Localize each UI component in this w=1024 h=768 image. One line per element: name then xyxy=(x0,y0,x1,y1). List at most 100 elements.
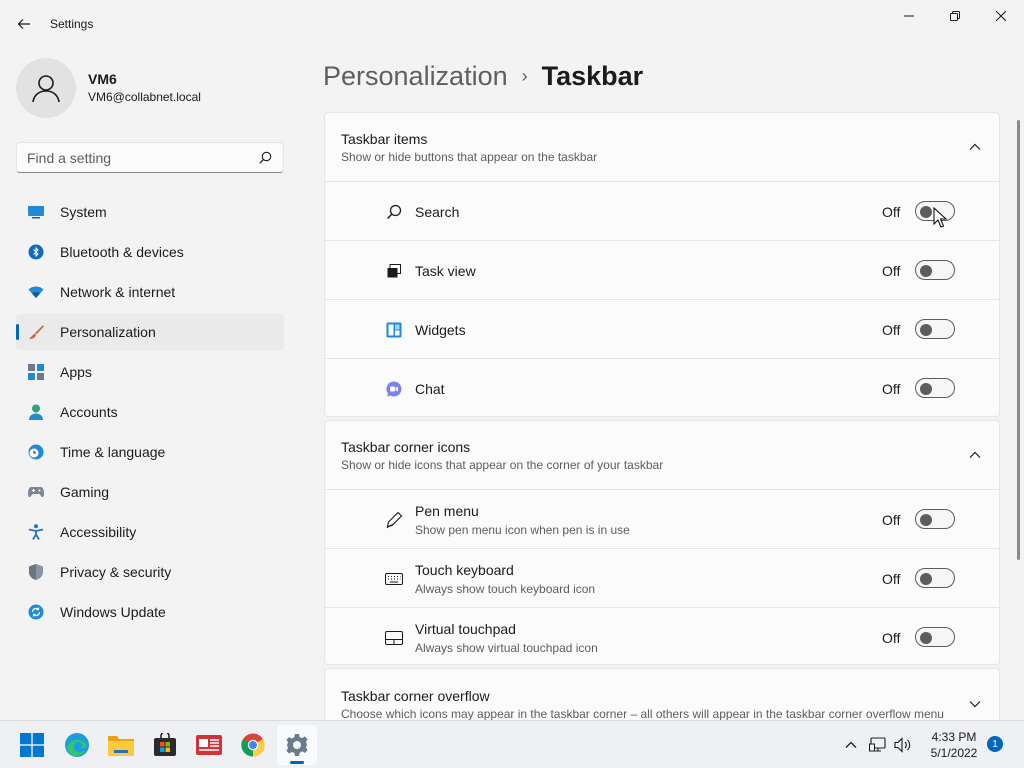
sidebar-item-label: Windows Update xyxy=(60,604,166,620)
sidebar-item-label: Network & internet xyxy=(60,284,176,300)
sidebar-item-label: System xyxy=(60,204,107,220)
sidebar-item-personalization[interactable]: Personalization xyxy=(16,314,284,350)
setting-description: Always show touch keyboard icon xyxy=(415,582,596,596)
settings-search-box[interactable] xyxy=(16,142,284,173)
taskbar-corner-icons-header[interactable]: Taskbar corner icons Show or hide icons … xyxy=(325,421,999,489)
setting-label: Virtual touchpad xyxy=(415,621,516,637)
toggle-knob xyxy=(920,632,932,644)
setting-description: Show pen menu icon when pen is in use xyxy=(415,523,630,537)
sidebar-item-label: Bluetooth & devices xyxy=(60,244,184,260)
sidebar-nav: System Bluetooth & devices Network & int… xyxy=(16,194,284,634)
search-icon xyxy=(385,203,403,221)
clock-globe-icon xyxy=(28,444,44,460)
sidebar-item-accessibility[interactable]: Accessibility xyxy=(16,514,284,550)
sidebar-item-privacy[interactable]: Privacy & security xyxy=(16,554,284,590)
sidebar-item-system[interactable]: System xyxy=(16,194,284,230)
setting-row-task-view: Task view Off xyxy=(325,240,999,299)
accessibility-icon xyxy=(28,524,44,540)
volume-icon xyxy=(894,737,911,753)
taskbar-clock[interactable]: 4:33 PM 5/1/2022 xyxy=(920,729,988,761)
setting-label: Pen menu xyxy=(415,503,479,519)
gamepad-icon xyxy=(28,484,44,500)
setting-row-touch-keyboard: Touch keyboard Always show touch keyboar… xyxy=(325,548,999,607)
pen-icon xyxy=(385,511,403,529)
section-subtitle: Choose which icons may appear in the tas… xyxy=(341,707,944,721)
search-icon[interactable] xyxy=(257,150,273,166)
task-view-toggle[interactable] xyxy=(915,260,955,280)
toggle-state: Off xyxy=(882,204,901,220)
network-tray-button[interactable] xyxy=(866,733,890,757)
sidebar-item-time-language[interactable]: Time & language xyxy=(16,434,284,470)
section-title: Taskbar corner overflow xyxy=(341,688,490,704)
sidebar-item-label: Apps xyxy=(60,364,92,380)
mouse-cursor-icon xyxy=(933,207,947,228)
touch-keyboard-toggle[interactable] xyxy=(915,568,955,588)
wifi-icon xyxy=(28,284,44,300)
sidebar-item-accounts[interactable]: Accounts xyxy=(16,394,284,430)
toggle-knob xyxy=(920,265,932,277)
breadcrumb-parent[interactable]: Personalization xyxy=(323,61,508,92)
minimize-button[interactable] xyxy=(886,0,932,32)
clock-time: 4:33 PM xyxy=(931,730,977,744)
taskbar-news[interactable] xyxy=(189,725,229,765)
chevron-down-icon[interactable] xyxy=(967,696,983,712)
setting-label: Touch keyboard xyxy=(415,562,514,578)
profile-name: VM6 xyxy=(88,71,117,87)
sidebar-item-bluetooth[interactable]: Bluetooth & devices xyxy=(16,234,284,270)
network-icon xyxy=(869,737,886,752)
back-button[interactable] xyxy=(10,10,38,38)
volume-tray-button[interactable] xyxy=(891,733,915,757)
close-button[interactable] xyxy=(978,0,1024,32)
setting-label: Task view xyxy=(415,263,476,279)
toggle-knob xyxy=(920,383,932,395)
widgets-icon xyxy=(385,321,403,339)
taskbar-file-explorer[interactable] xyxy=(101,725,141,765)
virtual-touchpad-toggle[interactable] xyxy=(915,627,955,647)
restore-button[interactable] xyxy=(932,0,978,32)
chevron-up-icon[interactable] xyxy=(967,139,983,155)
breadcrumb-separator: › xyxy=(521,65,528,86)
sidebar-item-label: Accessibility xyxy=(60,524,137,540)
system-icon xyxy=(28,204,44,220)
notification-badge[interactable]: 1 xyxy=(987,736,1003,752)
toggle-knob xyxy=(920,206,932,218)
task-view-icon xyxy=(385,262,403,280)
avatar xyxy=(16,58,76,118)
scrollbar[interactable] xyxy=(1017,120,1020,560)
taskbar: 4:33 PM 5/1/2022 xyxy=(0,720,1024,768)
title-bar: Settings xyxy=(0,0,1024,48)
sidebar-item-network[interactable]: Network & internet xyxy=(16,274,284,310)
search-input[interactable] xyxy=(27,149,257,166)
update-icon xyxy=(28,604,44,620)
sidebar-item-apps[interactable]: Apps xyxy=(16,354,284,390)
chevron-up-icon[interactable] xyxy=(967,447,983,463)
apps-icon xyxy=(28,364,44,380)
pen-menu-toggle[interactable] xyxy=(915,509,955,529)
setting-label: Widgets xyxy=(415,322,466,338)
taskbar-corner-overflow-section[interactable]: Taskbar corner overflow Choose which ico… xyxy=(324,668,1000,721)
taskbar-chrome[interactable] xyxy=(233,725,273,765)
user-profile[interactable]: VM6 VM6@collabnet.local xyxy=(16,57,286,119)
sidebar-item-windows-update[interactable]: Windows Update xyxy=(16,594,284,630)
chat-toggle[interactable] xyxy=(915,378,955,398)
taskbar-edge[interactable] xyxy=(57,725,97,765)
chat-icon xyxy=(385,380,403,398)
sidebar-item-label: Gaming xyxy=(60,484,110,500)
taskbar-settings[interactable] xyxy=(277,725,317,765)
taskbar-items-header[interactable]: Taskbar items Show or hide buttons that … xyxy=(325,113,999,181)
taskbar-items-section: Taskbar items Show or hide buttons that … xyxy=(324,112,1000,417)
start-button[interactable] xyxy=(12,725,52,765)
sidebar-item-label: Personalization xyxy=(60,324,156,340)
setting-description: Always show virtual touchpad icon xyxy=(415,641,598,655)
toggle-knob xyxy=(920,573,932,585)
setting-label: Search xyxy=(415,204,460,220)
taskbar-store[interactable] xyxy=(145,725,185,765)
widgets-toggle[interactable] xyxy=(915,319,955,339)
section-title: Taskbar corner icons xyxy=(341,439,471,455)
toggle-knob xyxy=(920,514,932,526)
show-hidden-icons-button[interactable] xyxy=(839,733,863,757)
setting-label: Chat xyxy=(415,381,445,397)
edge-icon xyxy=(65,733,89,757)
sidebar-item-gaming[interactable]: Gaming xyxy=(16,474,284,510)
minimize-icon xyxy=(904,15,914,17)
